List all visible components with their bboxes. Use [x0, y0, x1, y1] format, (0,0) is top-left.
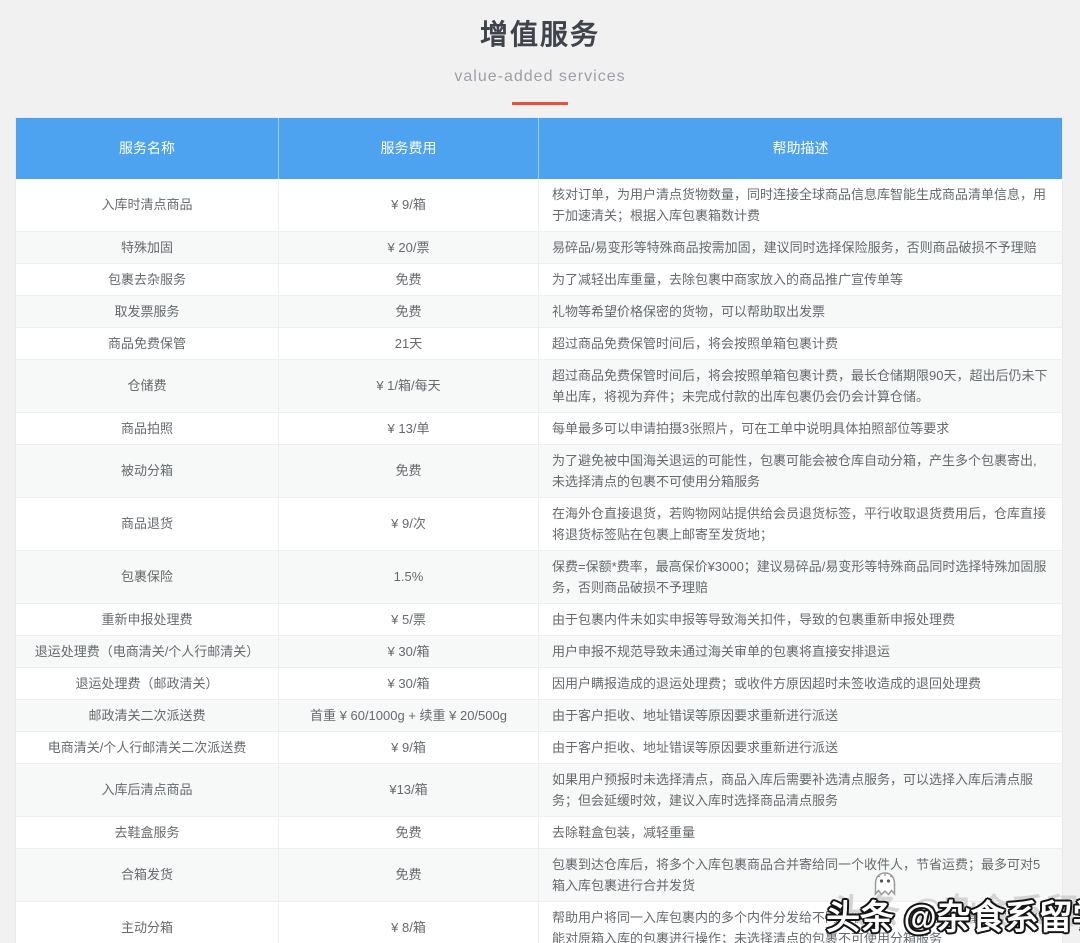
service-name-cell: 商品免费保管 — [16, 327, 279, 359]
table-row: 特殊加固 ¥ 20/票 易碎品/易变形等特殊商品按需加固，建议同时选择保险服务，… — [16, 231, 1063, 263]
table-body: 入库时清点商品 ¥ 9/箱 核对订单，为用户清点货物数量，同时连接全球商品信息库… — [16, 179, 1063, 943]
service-desc-cell: 保费=保额*费率，最高保价¥3000；建议易碎品/易变形等特殊商品同时选择特殊加… — [539, 550, 1063, 603]
table-row: 商品免费保管 21天 超过商品免费保管时间后，将会按照单箱包裹计费 — [16, 327, 1063, 359]
table-row: 包裹保险 1.5% 保费=保额*费率，最高保价¥3000；建议易碎品/易变形等特… — [16, 550, 1063, 603]
service-desc-cell: 如果用户预报时未选择清点，商品入库后需要补选清点服务，可以选择入库后清点服务；但… — [539, 763, 1063, 816]
service-fee-cell: ¥ 30/箱 — [279, 667, 539, 699]
service-name-cell: 入库后清点商品 — [16, 763, 279, 816]
service-fee-cell: 免费 — [279, 848, 539, 901]
table-row: 邮政清关二次派送费 首重 ¥ 60/1000g + 续重 ¥ 20/500g 由… — [16, 699, 1063, 731]
page-subtitle: value-added services — [0, 68, 1080, 86]
table-row: 包裹去杂服务 免费 为了减轻出库重量，去除包裹中商家放入的商品推广宣传单等 — [16, 263, 1063, 295]
table-row: 仓储费 ¥ 1/箱/每天 超过商品免费保管时间后，将会按照单箱包裹计费，最长仓储… — [16, 359, 1063, 412]
table-row: 电商清关/个人行邮清关二次派送费 ¥ 9/箱 由于客户拒收、地址错误等原因要求重… — [16, 731, 1063, 763]
table-row: 退运处理费（电商清关/个人行邮清关） ¥ 30/箱 用户申报不规范导致未通过海关… — [16, 635, 1063, 667]
service-name-cell: 退运处理费（邮政清关） — [16, 667, 279, 699]
service-name-cell: 商品退货 — [16, 497, 279, 550]
service-desc-cell: 由于包裹内件未如实申报等导致海关扣件，导致的包裹重新申报处理费 — [539, 603, 1063, 635]
service-fee-cell: 免费 — [279, 263, 539, 295]
service-fee-cell: ¥ 13/单 — [279, 412, 539, 444]
table-row: 退运处理费（邮政清关） ¥ 30/箱 因用户瞒报造成的退运处理费；或收件方原因超… — [16, 667, 1063, 699]
service-desc-cell: 为了避免被中国海关退运的可能性，包裹可能会被仓库自动分箱，产生多个包裹寄出, 未… — [539, 444, 1063, 497]
service-desc-cell: 核对订单，为用户清点货物数量，同时连接全球商品信息库智能生成商品清单信息，用于加… — [539, 179, 1063, 232]
service-name-cell: 退运处理费（电商清关/个人行邮清关） — [16, 635, 279, 667]
service-fee-cell: 免费 — [279, 816, 539, 848]
header-cell-service-fee: 服务费用 — [279, 118, 539, 179]
service-name-cell: 电商清关/个人行邮清关二次派送费 — [16, 731, 279, 763]
service-desc-cell: 每单最多可以申请拍摄3张照片，可在工单中说明具体拍照部位等要求 — [539, 412, 1063, 444]
service-fee-cell: 首重 ¥ 60/1000g + 续重 ¥ 20/500g — [279, 699, 539, 731]
service-name-cell: 去鞋盒服务 — [16, 816, 279, 848]
service-fee-cell: ¥13/箱 — [279, 763, 539, 816]
service-name-cell: 商品拍照 — [16, 412, 279, 444]
service-name-cell: 重新申报处理费 — [16, 603, 279, 635]
service-fee-cell: 免费 — [279, 444, 539, 497]
service-fee-cell: ¥ 1/箱/每天 — [279, 359, 539, 412]
service-name-cell: 取发票服务 — [16, 295, 279, 327]
service-desc-cell: 因用户瞒报造成的退运处理费；或收件方原因超时未签收造成的退回处理费 — [539, 667, 1063, 699]
service-desc-cell: 礼物等希望价格保密的货物，可以帮助取出发票 — [539, 295, 1063, 327]
service-fee-cell: 21天 — [279, 327, 539, 359]
header-cell-help-description: 帮助描述 — [539, 118, 1063, 179]
page-title: 增值服务 — [0, 13, 1080, 53]
service-name-cell: 包裹保险 — [16, 550, 279, 603]
table-row: 商品拍照 ¥ 13/单 每单最多可以申请拍摄3张照片，可在工单中说明具体拍照部位… — [16, 412, 1063, 444]
service-fee-cell: ¥ 8/箱 — [279, 901, 539, 943]
table-row: 去鞋盒服务 免费 去除鞋盒包装，减轻重量 — [16, 816, 1063, 848]
service-fee-cell: ¥ 30/箱 — [279, 635, 539, 667]
service-name-cell: 合箱发货 — [16, 848, 279, 901]
service-name-cell: 特殊加固 — [16, 231, 279, 263]
service-fee-cell: ¥ 9/箱 — [279, 179, 539, 232]
table-header-row: 服务名称 服务费用 帮助描述 — [16, 118, 1063, 179]
table-row: 商品退货 ¥ 9/次 在海外仓直接退货，若购物网站提供给会员退货标签，平行收取退… — [16, 497, 1063, 550]
service-desc-cell: 超过商品免费保管时间后，将会按照单箱包裹计费 — [539, 327, 1063, 359]
service-fee-cell: ¥ 9/箱 — [279, 731, 539, 763]
service-name-cell: 包裹去杂服务 — [16, 263, 279, 295]
service-name-cell: 被动分箱 — [16, 444, 279, 497]
service-fee-cell: ¥ 20/票 — [279, 231, 539, 263]
service-desc-cell: 超过商品免费保管时间后，将会按照单箱包裹计费，最长仓储期限90天，超出后仍未下单… — [539, 359, 1063, 412]
service-fee-cell: ¥ 9/次 — [279, 497, 539, 550]
service-desc-cell: 为了减轻出库重量，去除包裹中商家放入的商品推广宣传单等 — [539, 263, 1063, 295]
service-desc-cell: 易碎品/易变形等特殊商品按需加固，建议同时选择保险服务，否则商品破损不予理赔 — [539, 231, 1063, 263]
service-fee-cell: ¥ 5/票 — [279, 603, 539, 635]
service-name-cell: 主动分箱 — [16, 901, 279, 943]
service-name-cell: 邮政清关二次派送费 — [16, 699, 279, 731]
service-desc-cell: 由于客户拒收、地址错误等原因要求重新进行派送 — [539, 731, 1063, 763]
service-name-cell: 仓储费 — [16, 359, 279, 412]
ghost-icon — [870, 870, 900, 898]
watermark: 头条 @杂食系留学 — [826, 890, 1080, 939]
table-row: 被动分箱 免费 为了避免被中国海关退运的可能性，包裹可能会被仓库自动分箱，产生多… — [16, 444, 1063, 497]
service-fee-cell: 免费 — [279, 295, 539, 327]
table-row: 入库后清点商品 ¥13/箱 如果用户预报时未选择清点，商品入库后需要补选清点服务… — [16, 763, 1063, 816]
service-name-cell: 入库时清点商品 — [16, 179, 279, 232]
service-fee-cell: 1.5% — [279, 550, 539, 603]
table-row: 取发票服务 免费 礼物等希望价格保密的货物，可以帮助取出发票 — [16, 295, 1063, 327]
watermark-text: 头条 @杂食系留学 — [826, 899, 1080, 937]
value-added-services-table: 服务名称 服务费用 帮助描述 入库时清点商品 ¥ 9/箱 核对订单，为用户清点货… — [15, 117, 1063, 943]
title-divider — [512, 102, 568, 105]
table-row: 重新申报处理费 ¥ 5/票 由于包裹内件未如实申报等导致海关扣件，导致的包裹重新… — [16, 603, 1063, 635]
page-header: 增值服务 value-added services — [0, 0, 1080, 105]
service-desc-cell: 在海外仓直接退货，若购物网站提供给会员退货标签，平行收取退货费用后，仓库直接将退… — [539, 497, 1063, 550]
service-desc-cell: 用户申报不规范导致未通过海关审单的包裹将直接安排退运 — [539, 635, 1063, 667]
service-desc-cell: 去除鞋盒包装，减轻重量 — [539, 816, 1063, 848]
service-desc-cell: 由于客户拒收、地址错误等原因要求重新进行派送 — [539, 699, 1063, 731]
table-row: 入库时清点商品 ¥ 9/箱 核对订单，为用户清点货物数量，同时连接全球商品信息库… — [16, 179, 1063, 232]
header-cell-service-name: 服务名称 — [16, 118, 279, 179]
